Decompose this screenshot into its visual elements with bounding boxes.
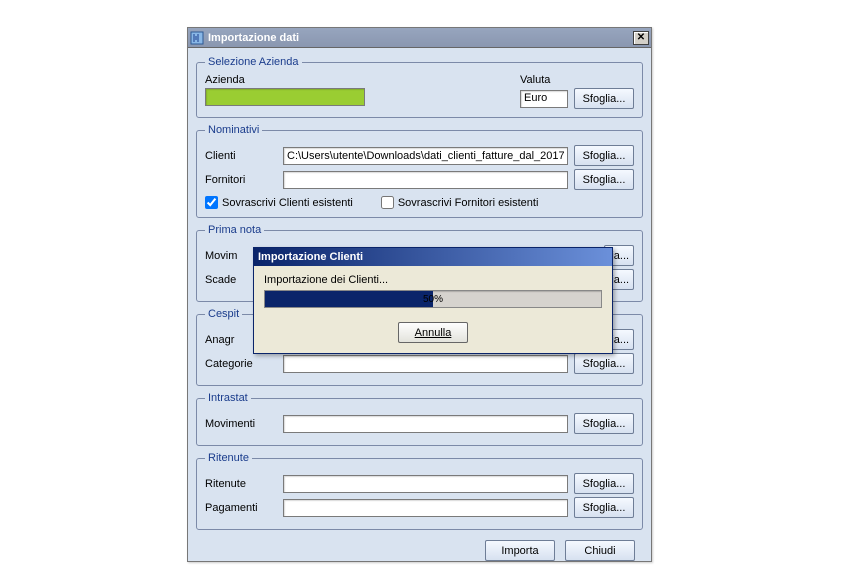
window-title: Importazione dati (208, 32, 633, 44)
legend-intrastat: Intrastat (205, 392, 251, 404)
label-azienda: Azienda (205, 74, 245, 86)
footer: Importa Chiudi (196, 536, 643, 561)
check-sovr-clienti-box[interactable] (205, 196, 218, 209)
progress-message: Importazione dei Clienti... (264, 274, 602, 286)
sfoglia-ritenute-button[interactable]: Sfoglia... (574, 473, 634, 494)
legend-nominativi: Nominativi (205, 124, 262, 136)
label-clienti: Clienti (205, 150, 277, 162)
chiudi-button[interactable]: Chiudi (565, 540, 635, 561)
titlebar: Importazione dati ✕ (188, 28, 651, 48)
group-azienda: Selezione Azienda Azienda Valuta Euro Sf… (196, 56, 643, 118)
progress-title: Importazione Clienti (258, 251, 363, 263)
sfoglia-categorie-button[interactable]: Sfoglia... (574, 353, 634, 374)
label-ritenute: Ritenute (205, 478, 277, 490)
main-window: Importazione dati ✕ Selezione Azienda Az… (187, 27, 652, 562)
group-ritenute: Ritenute Ritenute Sfoglia... Pagamenti S… (196, 452, 643, 530)
progress-dialog: Importazione Clienti Importazione dei Cl… (253, 247, 613, 354)
azienda-display (205, 88, 365, 106)
sfoglia-clienti-button[interactable]: Sfoglia... (574, 145, 634, 166)
legend-cespiti: Cespit (205, 308, 242, 320)
sfoglia-azienda-button[interactable]: Sfoglia... (574, 88, 634, 109)
fornitori-input[interactable] (283, 171, 568, 189)
label-movim: Movim (205, 250, 253, 262)
check-sovr-clienti-label: Sovrascrivi Clienti esistenti (222, 197, 353, 209)
label-anagr: Anagr (205, 334, 253, 346)
label-fornitori: Fornitori (205, 174, 277, 186)
progress-bar: 50% (264, 290, 602, 308)
annulla-button[interactable]: Annulla (398, 322, 468, 343)
progress-percent: 50% (265, 291, 601, 307)
check-sovr-fornitori[interactable]: Sovrascrivi Fornitori esistenti (381, 196, 539, 209)
ritenute-input[interactable] (283, 475, 568, 493)
check-sovr-clienti[interactable]: Sovrascrivi Clienti esistenti (205, 196, 353, 209)
app-icon (190, 31, 204, 45)
check-sovr-fornitori-label: Sovrascrivi Fornitori esistenti (398, 197, 539, 209)
intr-movimenti-input[interactable] (283, 415, 568, 433)
pagamenti-input[interactable] (283, 499, 568, 517)
categorie-input[interactable] (283, 355, 568, 373)
group-nominativi: Nominativi Clienti Sfoglia... Fornitori … (196, 124, 643, 218)
sfoglia-fornitori-button[interactable]: Sfoglia... (574, 169, 634, 190)
legend-ritenute: Ritenute (205, 452, 252, 464)
importa-button[interactable]: Importa (485, 540, 555, 561)
legend-primanota: Prima nota (205, 224, 264, 236)
check-sovr-fornitori-box[interactable] (381, 196, 394, 209)
clienti-input[interactable] (283, 147, 568, 165)
label-categorie: Categorie (205, 358, 277, 370)
legend-azienda: Selezione Azienda (205, 56, 302, 68)
sfoglia-pagamenti-button[interactable]: Sfoglia... (574, 497, 634, 518)
progress-titlebar: Importazione Clienti (254, 248, 612, 266)
label-intr-movimenti: Movimenti (205, 418, 277, 430)
label-pagamenti: Pagamenti (205, 502, 277, 514)
label-scade: Scade (205, 274, 253, 286)
group-intrastat: Intrastat Movimenti Sfoglia... (196, 392, 643, 446)
sfoglia-intr-movimenti-button[interactable]: Sfoglia... (574, 413, 634, 434)
close-button[interactable]: ✕ (633, 31, 649, 45)
valuta-field[interactable]: Euro (520, 90, 568, 108)
label-valuta: Valuta (520, 74, 634, 86)
